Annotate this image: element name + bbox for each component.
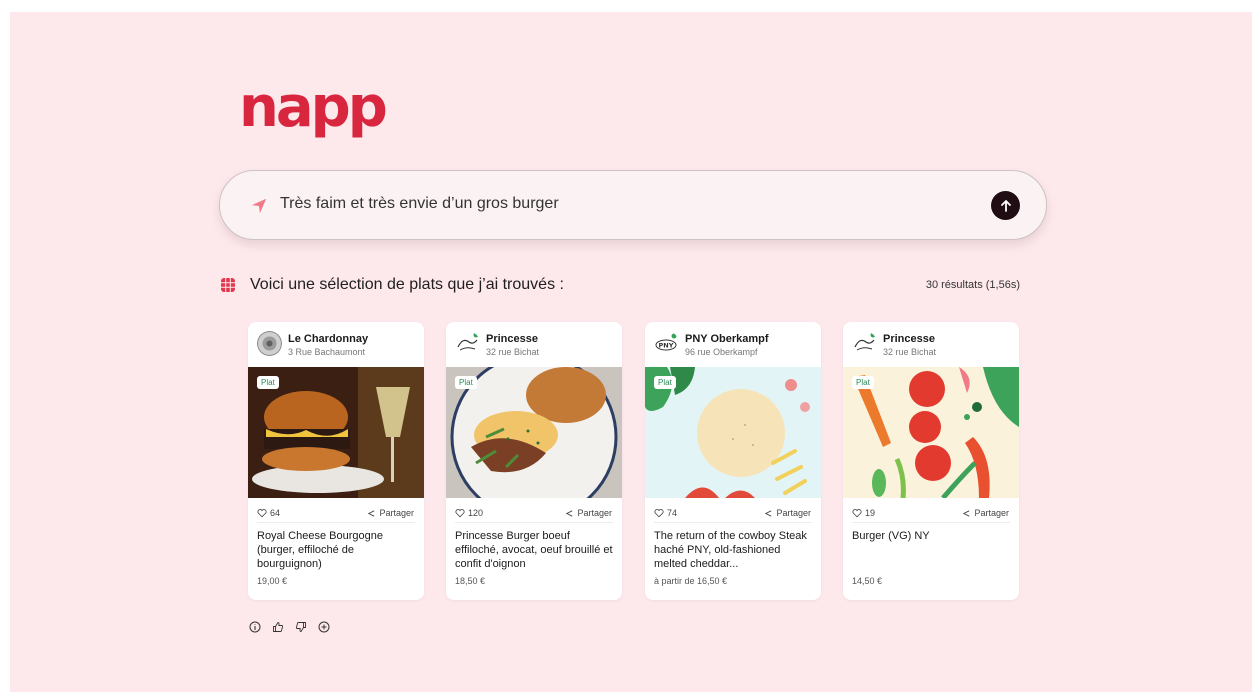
grid-icon: [221, 278, 235, 292]
arrow-up-icon: [1000, 199, 1011, 212]
restaurant-name[interactable]: PNY Oberkampf: [685, 333, 769, 345]
restaurant-avatar: [257, 331, 282, 356]
dish-card[interactable]: Princesse 32 rue Bichat Plat 19 Partager: [843, 322, 1019, 600]
restaurant-address: 96 rue Oberkampf: [685, 347, 758, 357]
dish-name[interactable]: Burger (VG) NY: [852, 529, 1012, 543]
category-tag: Plat: [257, 376, 279, 389]
share-icon: [566, 509, 573, 517]
feedback-toolbar: [249, 621, 330, 633]
like-counter[interactable]: 74: [654, 508, 677, 518]
share-icon: [368, 509, 375, 517]
dish-price: 19,00 €: [257, 576, 288, 586]
like-count: 19: [865, 508, 876, 518]
like-counter[interactable]: 120: [455, 508, 483, 518]
share-icon: [963, 509, 970, 517]
card-divider: [852, 522, 1010, 523]
napp-logo[interactable]: napp: [239, 78, 388, 138]
share-label: Partager: [974, 508, 1009, 518]
search-bar[interactable]: [219, 170, 1047, 240]
restaurant-logo-icon: [257, 331, 282, 356]
share-button[interactable]: Partager: [565, 508, 612, 518]
heart-icon: [654, 509, 664, 518]
category-tag: Plat: [852, 376, 874, 389]
like-counter[interactable]: 64: [257, 508, 280, 518]
share-label: Partager: [577, 508, 612, 518]
share-icon: [765, 509, 772, 517]
card-divider: [257, 522, 415, 523]
navigation-arrow-icon: [251, 198, 267, 214]
card-divider: [455, 522, 613, 523]
thumbs-down-icon[interactable]: [295, 621, 307, 633]
like-count: 64: [270, 508, 281, 518]
restaurant-name[interactable]: Princesse: [883, 333, 935, 345]
thumbs-up-icon[interactable]: [272, 621, 284, 633]
dish-price: 14,50 €: [852, 576, 883, 586]
dish-price: 18,50 €: [455, 576, 486, 586]
send-button[interactable]: [991, 191, 1020, 220]
dish-name[interactable]: The return of the cowboy Steak haché PNY…: [654, 529, 814, 571]
info-icon[interactable]: [249, 621, 261, 633]
like-count: 74: [667, 508, 678, 518]
share-label: Partager: [776, 508, 811, 518]
card-divider: [654, 522, 812, 523]
results-title: Voici une sélection de plats que j’ai tr…: [250, 276, 564, 293]
restaurant-logo-icon: [854, 332, 876, 351]
restaurant-logo-icon: [457, 332, 479, 351]
restaurant-name[interactable]: Le Chardonnay: [288, 333, 368, 345]
share-button[interactable]: Partager: [764, 508, 811, 518]
dish-name[interactable]: Royal Cheese Bourgogne (burger, effiloch…: [257, 529, 417, 571]
restaurant-avatar: [455, 331, 480, 356]
dish-card[interactable]: Princesse 32 rue Bichat Plat 120 Partage…: [446, 322, 622, 600]
like-count: 120: [468, 508, 484, 518]
search-input[interactable]: [280, 193, 980, 215]
dish-card[interactable]: PNY PNY Oberkampf 96 rue Oberkampf Plat …: [645, 322, 821, 600]
category-tag: Plat: [654, 376, 676, 389]
restaurant-address: 32 rue Bichat: [486, 347, 540, 357]
restaurant-address: 32 rue Bichat: [883, 347, 937, 357]
heart-icon: [455, 509, 465, 518]
restaurant-avatar: [852, 331, 877, 356]
share-button[interactable]: Partager: [962, 508, 1009, 518]
dish-price: à partir de 16,50 €: [654, 576, 728, 586]
share-button[interactable]: Partager: [367, 508, 414, 518]
restaurant-address: 3 Rue Bachaumont: [288, 347, 366, 357]
page-background: napp Voici une sélection de plats que j’…: [10, 12, 1252, 692]
plus-circle-icon[interactable]: [318, 621, 330, 633]
dish-card[interactable]: Le Chardonnay 3 Rue Bachaumont Plat 64 P…: [248, 322, 424, 600]
heart-icon: [852, 509, 862, 518]
restaurant-logo-icon: PNY: [655, 333, 677, 351]
dish-name[interactable]: Princesse Burger boeuf effiloché, avocat…: [455, 529, 615, 571]
heart-icon: [257, 509, 267, 518]
results-header: Voici une sélection de plats que j’ai tr…: [220, 275, 1020, 297]
category-tag: Plat: [455, 376, 477, 389]
share-label: Partager: [379, 508, 414, 518]
like-counter[interactable]: 19: [852, 508, 875, 518]
svg-text:PNY: PNY: [659, 342, 674, 350]
restaurant-avatar: PNY: [654, 331, 679, 356]
results-count: 30 résultats (1,56s): [925, 279, 1020, 291]
restaurant-name[interactable]: Princesse: [486, 333, 538, 345]
